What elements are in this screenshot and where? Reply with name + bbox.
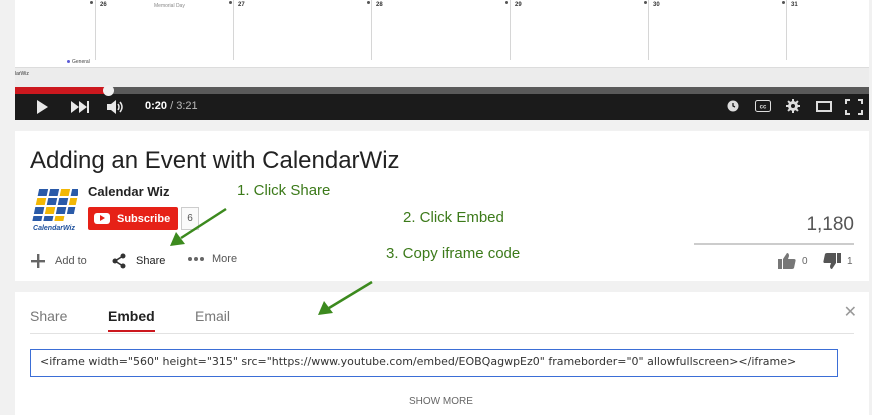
volume-icon[interactable] (107, 100, 125, 114)
tab-embed[interactable]: Embed (108, 308, 155, 324)
calendar-day-number: 31 (791, 2, 798, 8)
more-button[interactable]: More (187, 253, 237, 265)
tab-share[interactable]: Share (30, 308, 67, 324)
calendar-dot (90, 1, 93, 4)
calendar-day-number: 30 (653, 2, 660, 8)
annotation-step-3: 3. Copy iframe code (386, 245, 521, 262)
calendar-day-number: 29 (515, 2, 522, 8)
play-icon[interactable] (37, 100, 48, 114)
calendar-holiday-label: Memorial Day (154, 3, 185, 9)
calendar-day-cell: 26 Memorial Day (95, 0, 234, 60)
subscribe-group: Subscribe 6 (88, 207, 199, 230)
calendar-dot (782, 1, 785, 4)
share-button[interactable]: Share (111, 253, 165, 269)
progress-fill (15, 87, 109, 94)
calendar-day-cell: 28 (371, 0, 511, 60)
calendar-day-number: 27 (238, 2, 245, 8)
close-icon[interactable]: ✕ (844, 302, 857, 322)
subscriber-count: 6 (181, 207, 199, 230)
subscribe-button[interactable]: Subscribe (88, 207, 179, 230)
svg-text:CalendarWiz: CalendarWiz (33, 225, 75, 232)
calendar-frame: 26 Memorial Day 27 28 29 30 31 General (15, 0, 869, 67)
watch-later-icon[interactable] (727, 100, 739, 112)
active-tab-indicator (108, 330, 155, 332)
channel-name[interactable]: Calendar Wiz (88, 184, 170, 199)
settings-gear-icon[interactable] (786, 99, 800, 113)
captions-icon[interactable]: cc (755, 100, 771, 112)
player-controls: 0:20 / 3:21 cc (15, 94, 869, 120)
plus-icon (31, 254, 45, 268)
like-button[interactable]: 0 (778, 253, 808, 269)
like-ratio-bar (694, 243, 854, 245)
embed-code-field[interactable]: <iframe width="560" height="315" src="ht… (30, 349, 838, 377)
youtube-play-icon (94, 213, 110, 224)
calendar-day-cell: 30 (648, 0, 787, 60)
subscribe-label: Subscribe (117, 212, 171, 225)
dislike-button[interactable]: 1 (823, 253, 853, 269)
calendar-day-number: 28 (376, 2, 383, 8)
share-label: Share (136, 255, 166, 267)
time-display: 0:20 / 3:21 (145, 100, 198, 112)
calendar-footer-bar: larWiz (15, 67, 869, 88)
calendar-dot (644, 1, 647, 4)
dislike-count: 1 (847, 255, 853, 267)
thumbs-down-icon (823, 253, 841, 269)
thumbs-up-icon (778, 253, 796, 269)
more-dots-icon (188, 257, 204, 261)
calendar-dot (505, 1, 508, 4)
calendar-day-number: 26 (100, 2, 107, 8)
share-icon (112, 253, 126, 269)
share-panel: Share Embed Email ✕ <iframe width="560" … (15, 292, 869, 415)
current-time: 0:20 (145, 100, 168, 112)
calendar-dot (229, 1, 232, 4)
video-player[interactable]: 26 Memorial Day 27 28 29 30 31 General l… (15, 0, 869, 120)
calendar-app-label: larWiz (15, 71, 29, 77)
progress-bar[interactable] (15, 85, 869, 96)
annotation-step-1: 1. Click Share (237, 182, 331, 199)
duration: / 3:21 (170, 100, 198, 112)
like-count: 0 (802, 255, 808, 267)
tabs-divider (30, 333, 854, 334)
fullscreen-icon[interactable] (845, 99, 863, 115)
calendar-day-cell: 27 (233, 0, 372, 60)
theater-mode-icon[interactable] (816, 101, 832, 112)
add-to-button[interactable]: Add to (30, 253, 87, 269)
annotation-step-2: 2. Click Embed (403, 209, 504, 226)
calendar-day-cell: 29 (510, 0, 649, 60)
channel-logo[interactable]: CalendarWiz (30, 185, 78, 233)
calendar-dot (367, 1, 370, 4)
show-more-button[interactable]: SHOW MORE (409, 396, 473, 407)
add-to-label: Add to (55, 255, 87, 267)
more-label: More (212, 253, 238, 265)
next-icon[interactable] (71, 101, 89, 113)
video-title: Adding an Event with CalendarWiz (30, 147, 400, 174)
tab-email[interactable]: Email (195, 308, 230, 324)
svg-text:cc: cc (760, 105, 767, 111)
calendar-day-cell: 31 (786, 0, 869, 60)
view-count: 1,180 (806, 214, 854, 235)
calendar-legend: General (67, 59, 90, 65)
